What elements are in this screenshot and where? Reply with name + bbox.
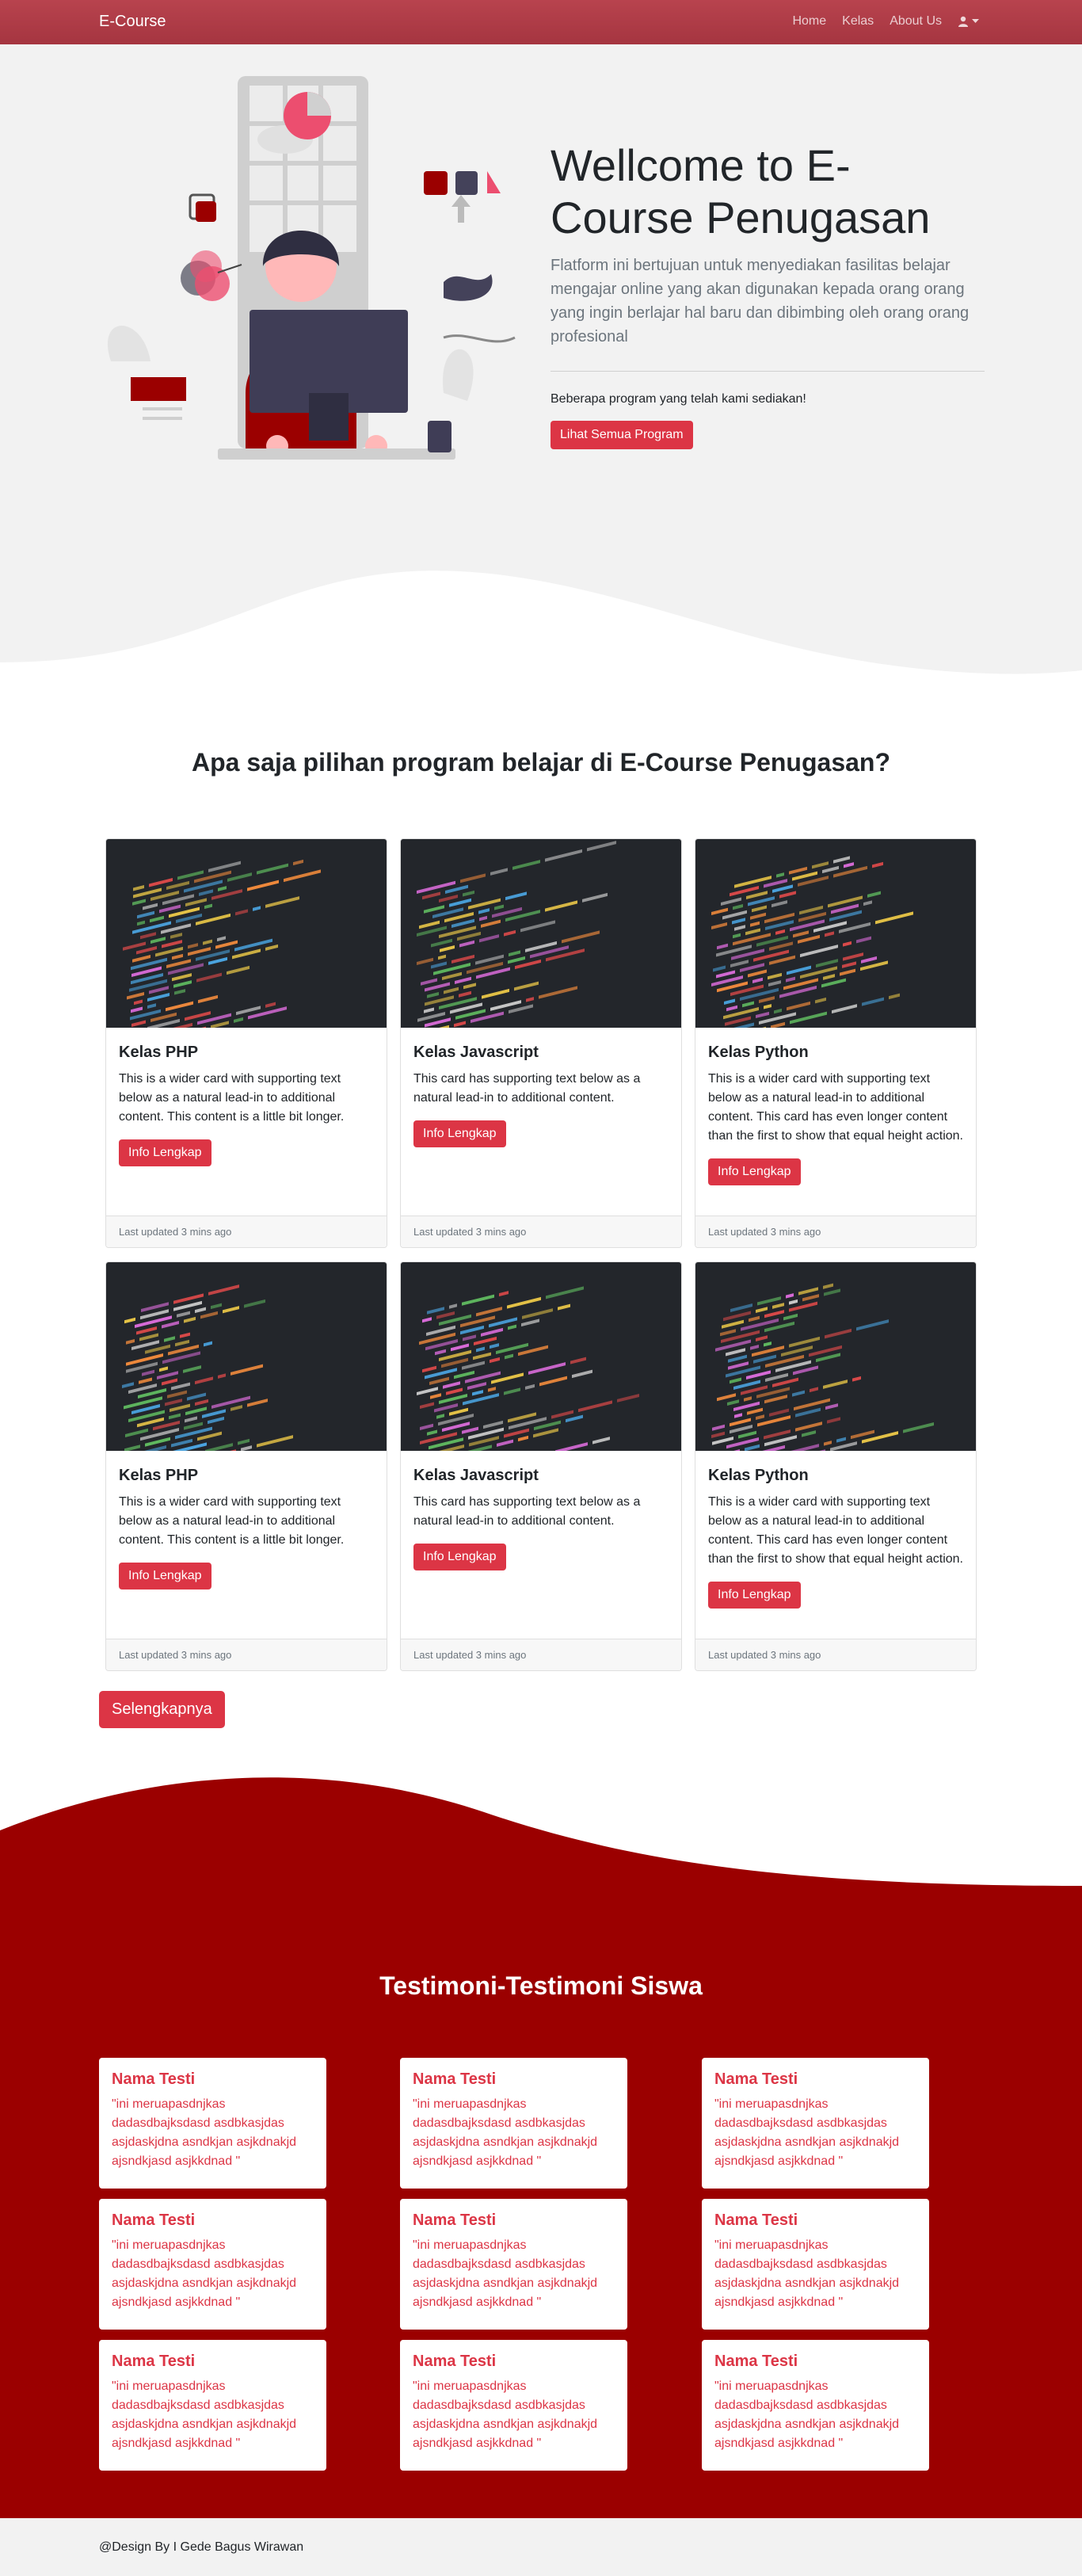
testimoni-name: Nama Testi [112, 2353, 196, 2370]
code-image-art [711, 1283, 934, 1451]
hero-lead: Flatform ini bertujuan untuk menyediakan… [551, 257, 970, 345]
testimoni-card: Nama Testi "ini meruapasdnjkas dadasdbaj… [400, 2199, 627, 2330]
user-dropdown-toggle[interactable] [958, 16, 979, 27]
card-text: This is a wider card with supporting tex… [119, 1495, 345, 1547]
nav-kelas[interactable]: Kelas [842, 14, 874, 29]
testimoni-text: "ini meruapasdnjkas dadasdbajksdasd asdb… [714, 2097, 900, 2168]
testimoni-name: Nama Testi [714, 2212, 798, 2229]
caret-down-icon [972, 19, 979, 23]
testimoni-card: Nama Testi "ini meruapasdnjkas dadasdbaj… [99, 2058, 326, 2189]
card-title: Kelas PHP [119, 1467, 199, 1484]
hero-title: Wellcome to E-Course Penugasan [551, 140, 931, 242]
testimoni-text: "ini meruapasdnjkas dadasdbajksdasd asdb… [714, 2238, 900, 2309]
testimoni-name: Nama Testi [112, 2070, 196, 2088]
code-image [695, 1262, 976, 1451]
programs-title: Apa saja pilihan program belajar di E-Co… [192, 748, 890, 777]
info-button[interactable]: Info Lengkap [119, 1563, 211, 1589]
testimoni-card: Nama Testi "ini meruapasdnjkas dadasdbaj… [99, 2340, 326, 2471]
code-image-art [711, 856, 913, 1028]
code-image-art [122, 1284, 293, 1451]
card-title: Kelas Javascript [413, 1467, 539, 1484]
footer: @Design By I Gede Bagus Wirawan [0, 2518, 1082, 2576]
card-text: This card has supporting text below as a… [413, 1495, 641, 1528]
code-image [401, 839, 681, 1028]
see-all-programs-button[interactable]: Lihat Semua Program [551, 421, 693, 449]
card-title: Kelas Python [708, 1467, 809, 1484]
card-footer: Last updated 3 mins ago [106, 1215, 387, 1247]
testimoni-name: Nama Testi [413, 2212, 497, 2229]
brand-logo[interactable]: E-Course [99, 13, 166, 31]
footer-credit: @Design By I Gede Bagus Wirawan [99, 2540, 304, 2554]
code-image [106, 1262, 387, 1451]
code-image [695, 839, 976, 1028]
testimoni-name: Nama Testi [413, 2353, 497, 2370]
card-text: This is a wider card with supporting tex… [708, 1495, 963, 1566]
card-text: This is a wider card with supporting tex… [119, 1072, 345, 1124]
testimoni-card: Nama Testi "ini meruapasdnjkas dadasdbaj… [99, 2199, 326, 2330]
info-button[interactable]: Info Lengkap [708, 1582, 801, 1609]
code-image-art [417, 1286, 639, 1451]
card-footer: Last updated 3 mins ago [695, 1215, 976, 1247]
testimoni-name: Nama Testi [413, 2070, 497, 2088]
testimoni-name: Nama Testi [714, 2070, 798, 2088]
user-icon [958, 16, 968, 27]
card-title: Kelas Python [708, 1044, 809, 1061]
info-button[interactable]: Info Lengkap [708, 1158, 801, 1185]
code-image-art [123, 859, 321, 1028]
card-title: Kelas Javascript [413, 1044, 539, 1061]
card-footer: Last updated 3 mins ago [401, 1639, 681, 1670]
card-text: This is a wider card with supporting tex… [708, 1072, 963, 1143]
hero-text: Wellcome to E-Course Penugasan Flatform … [551, 139, 985, 449]
info-button[interactable]: Info Lengkap [413, 1544, 506, 1570]
testimoni-text: "ini meruapasdnjkas dadasdbajksdasd asdb… [112, 2238, 297, 2309]
card-title: Kelas PHP [119, 1044, 199, 1061]
testimoni-text: "ini meruapasdnjkas dadasdbajksdasd asdb… [112, 2097, 297, 2168]
testimoni-text: "ini meruapasdnjkas dadasdbajksdasd asdb… [714, 2379, 900, 2450]
code-image-art [417, 841, 616, 1028]
nav-links: Home Kelas About Us [792, 14, 979, 29]
testimoni-card: Nama Testi "ini meruapasdnjkas dadasdbaj… [702, 2340, 929, 2471]
hero-section: Wellcome to E-Course Penugasan Flatform … [0, 44, 1082, 678]
code-image [106, 839, 387, 1028]
card-text: This card has supporting text below as a… [413, 1072, 641, 1105]
hero-subtitle: Beberapa program yang telah kami sediaka… [551, 392, 806, 406]
testimoni-name: Nama Testi [714, 2353, 798, 2370]
testimoni-text: "ini meruapasdnjkas dadasdbajksdasd asdb… [112, 2379, 297, 2450]
testimoni-card: Nama Testi "ini meruapasdnjkas dadasdbaj… [702, 2199, 929, 2330]
card-footer: Last updated 3 mins ago [106, 1639, 387, 1670]
program-card: Kelas PHP This is a wider card with supp… [105, 1261, 387, 1671]
testimoni-card: Nama Testi "ini meruapasdnjkas dadasdbaj… [702, 2058, 929, 2189]
testimoni-name: Nama Testi [112, 2212, 196, 2229]
navbar: E-Course Home Kelas About Us [0, 0, 1082, 44]
program-card: Kelas PHP This is a wider card with supp… [105, 838, 387, 1248]
hero-illustration [107, 76, 516, 460]
testimoni-card: Nama Testi "ini meruapasdnjkas dadasdbaj… [400, 2340, 627, 2471]
testimoni-card: Nama Testi "ini meruapasdnjkas dadasdbaj… [400, 2058, 627, 2189]
program-card: Kelas Javascript This card has supportin… [400, 1261, 682, 1671]
nav-home[interactable]: Home [792, 14, 826, 29]
testimoni-text: "ini meruapasdnjkas dadasdbajksdasd asdb… [413, 2238, 598, 2309]
more-programs-button[interactable]: Selengkapnya [99, 1691, 225, 1728]
program-card: Kelas Python This is a wider card with s… [695, 1261, 977, 1671]
program-card: Kelas Python This is a wider card with s… [695, 838, 977, 1248]
hero-divider [551, 371, 985, 372]
nav-about-us[interactable]: About Us [890, 14, 942, 29]
program-card: Kelas Javascript This card has supportin… [400, 838, 682, 1248]
testimoni-text: "ini meruapasdnjkas dadasdbajksdasd asdb… [413, 2379, 598, 2450]
card-footer: Last updated 3 mins ago [401, 1215, 681, 1247]
info-button[interactable]: Info Lengkap [119, 1139, 211, 1166]
code-image [401, 1262, 681, 1451]
testimoni-title: Testimoni-Testimoni Siswa [379, 1971, 703, 2000]
testimoni-text: "ini meruapasdnjkas dadasdbajksdasd asdb… [413, 2097, 598, 2168]
hero-wave [0, 571, 1082, 678]
card-footer: Last updated 3 mins ago [695, 1639, 976, 1670]
info-button[interactable]: Info Lengkap [413, 1120, 506, 1147]
